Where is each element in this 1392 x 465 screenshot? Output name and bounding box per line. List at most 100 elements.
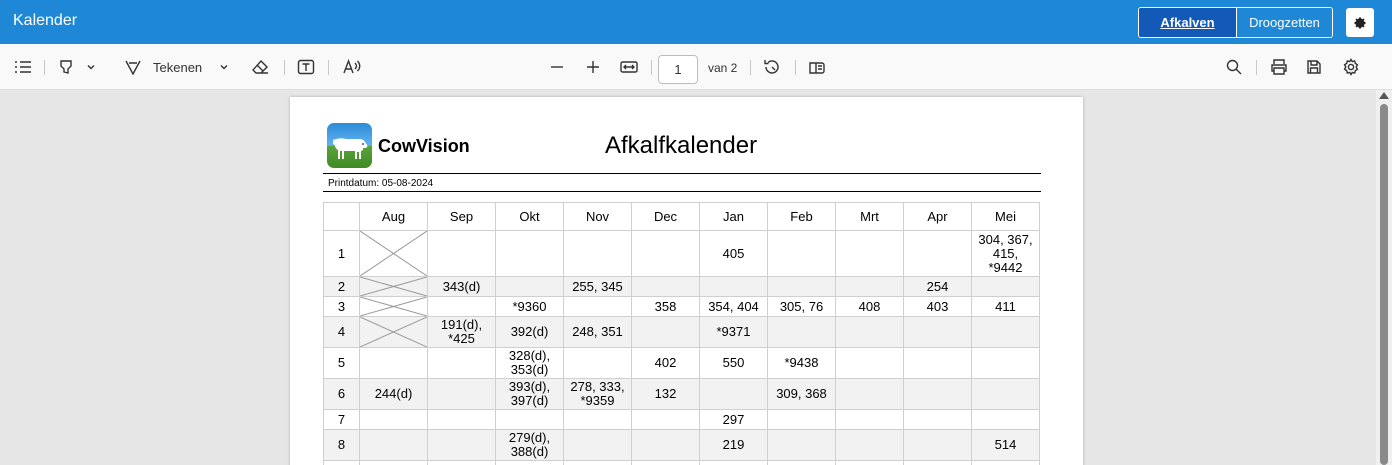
read-aloud-button[interactable] — [343, 58, 361, 76]
page-number-input[interactable]: 1 — [658, 55, 698, 84]
settings-button[interactable] — [1346, 8, 1374, 37]
vertical-scrollbar[interactable] — [1376, 90, 1392, 465]
calendar-cell: *9371 — [699, 316, 768, 348]
calendar-cell: 402 — [631, 347, 700, 379]
corner-cell — [323, 202, 360, 231]
highlight-options[interactable] — [86, 58, 96, 76]
calendar-cell — [495, 409, 564, 430]
calendar-cell — [563, 230, 632, 277]
settings-icon — [1343, 58, 1359, 76]
invalid-date-cell — [359, 296, 428, 317]
draw-button[interactable]: Tekenen — [124, 58, 202, 76]
highlight-button[interactable] — [58, 58, 74, 76]
calendar-cell: 324, 413, — [971, 460, 1040, 465]
cross-out-icon — [360, 297, 427, 316]
calendar-cell — [903, 378, 972, 410]
calving-calendar-table: Aug Sep Okt Nov Dec Jan Feb Mrt Apr Mei 1 405 304, … — [323, 202, 1040, 465]
search-button[interactable] — [1226, 58, 1242, 76]
calendar-cell — [971, 409, 1040, 430]
calendar-cell — [563, 429, 632, 461]
app-title: Kalender — [13, 12, 78, 29]
tab-droogzetten[interactable]: Droogzetten — [1236, 8, 1332, 37]
calendar-cell — [427, 378, 496, 410]
erase-button[interactable] — [252, 58, 270, 76]
calendar-cell: 411 — [971, 296, 1040, 317]
table-row: 324, 413, — [323, 460, 1040, 465]
toolbar-separator — [651, 60, 652, 75]
calendar-cell — [767, 276, 836, 297]
tab-afkalven[interactable]: Afkalven — [1139, 8, 1236, 37]
calendar-cell: 219 — [699, 429, 768, 461]
calendar-cell: 392(d) — [495, 316, 564, 348]
calendar-cell: 278, 333, *9359 — [563, 378, 632, 410]
calendar-cell — [903, 409, 972, 430]
day-number: 6 — [323, 378, 360, 410]
day-number: 1 — [323, 230, 360, 277]
calendar-cell — [903, 230, 972, 277]
table-header-row: Aug Sep Okt Nov Dec Jan Feb Mrt Apr Mei — [323, 202, 1040, 231]
calendar-cell — [427, 347, 496, 379]
text-button[interactable] — [297, 58, 315, 76]
table-row: 3 *9360 358 354, 404 305, 76 408 403 411 — [323, 296, 1040, 317]
calendar-cell — [903, 429, 972, 461]
pdf-toolbar: Tekenen 1 van 2 — [0, 44, 1392, 90]
fit-width-button[interactable] — [620, 58, 638, 76]
rotate-button[interactable] — [763, 58, 781, 76]
calendar-cell — [495, 230, 564, 277]
month-header: Aug — [359, 202, 428, 231]
page-view-button[interactable] — [808, 58, 826, 76]
calendar-cell — [631, 230, 700, 277]
toolbar-separator — [328, 60, 329, 75]
calendar-cell: 358 — [631, 296, 700, 317]
zoom-out-button[interactable] — [550, 58, 564, 76]
chevron-down-icon — [220, 65, 228, 70]
calendar-cell: 132 — [631, 378, 700, 410]
invalid-date-cell — [359, 230, 428, 277]
table-row: 6 244(d) 393(d), 397(d) 278, 333, *9359 132 3… — [323, 378, 1040, 410]
calendar-cell — [631, 276, 700, 297]
calendar-cell — [767, 460, 836, 465]
calendar-cell — [699, 378, 768, 410]
save-icon — [1307, 60, 1321, 74]
calendar-cell — [971, 316, 1040, 348]
print-button[interactable] — [1270, 58, 1288, 76]
calendar-cell: 408 — [835, 296, 904, 317]
calendar-cell — [427, 429, 496, 461]
zoom-out-icon — [551, 66, 563, 68]
draw-options[interactable] — [219, 58, 229, 76]
print-date: Printdatum: 05-08-2024 — [328, 178, 434, 189]
month-header: Okt — [495, 202, 564, 231]
toolbar-separator — [750, 60, 751, 75]
draw-label: Tekenen — [153, 59, 203, 75]
contents-button[interactable] — [14, 58, 32, 76]
page-view-icon — [809, 62, 825, 74]
zoom-in-button[interactable] — [586, 58, 600, 76]
save-button[interactable] — [1306, 58, 1322, 76]
calendar-cell: 304, 367, 415, *9442 — [971, 230, 1040, 277]
calendar-cell — [767, 230, 836, 277]
day-number: 3 — [323, 296, 360, 317]
calendar-cell — [359, 347, 428, 379]
calendar-cell: 403 — [903, 296, 972, 317]
table-row: 1 405 304, 367, 415, *9442 — [323, 230, 1040, 277]
calendar-cell — [699, 460, 768, 465]
calendar-cell — [971, 378, 1040, 410]
cross-out-icon — [360, 231, 427, 276]
fit-width-icon — [620, 61, 638, 73]
scrollbar-thumb[interactable] — [1380, 104, 1388, 465]
calendar-cell — [835, 429, 904, 461]
month-header: Mrt — [835, 202, 904, 231]
settings-more-button[interactable] — [1342, 58, 1360, 76]
toolbar-separator — [795, 60, 796, 75]
day-number: 5 — [323, 347, 360, 379]
calendar-cell — [427, 409, 496, 430]
page-count-label: van 2 — [708, 61, 738, 75]
calendar-cell — [359, 429, 428, 461]
calendar-cell — [699, 276, 768, 297]
calendar-cell: *9360 — [495, 296, 564, 317]
calendar-cell — [971, 347, 1040, 379]
calendar-cell: 328(d), 353(d) — [495, 347, 564, 379]
toolbar-separator — [284, 60, 285, 75]
scroll-up-arrow-icon[interactable] — [1379, 92, 1389, 99]
title-bar: Kalender Afkalven Droogzetten — [0, 0, 1392, 44]
